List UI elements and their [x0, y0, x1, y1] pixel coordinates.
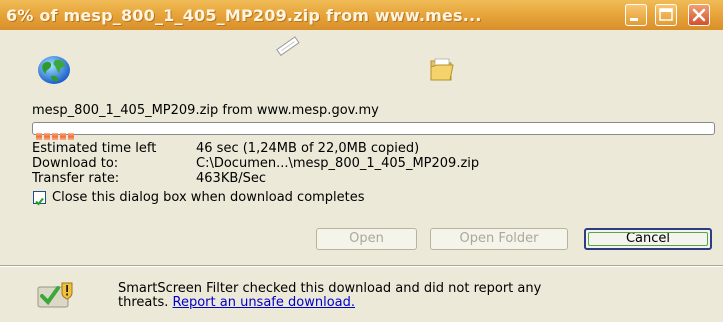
shield-check-icon	[37, 282, 73, 308]
progress-fill	[36, 125, 76, 140]
transfer-rate-label: Transfer rate:	[32, 171, 120, 186]
title-bar[interactable]: 6% of mesp_800_1_405_MP209.zip from www.…	[0, 0, 723, 30]
download-progress-bar	[32, 122, 715, 140]
open-button[interactable]: Open	[316, 228, 417, 250]
smartscreen-message: SmartScreen Filter checked this download…	[118, 281, 542, 296]
close-on-complete-checkbox[interactable]	[33, 191, 46, 206]
folder-icon	[430, 58, 454, 81]
download-to-value: C:\Documen...\mesp_800_1_405_MP209.zip	[196, 156, 480, 171]
close-icon	[692, 8, 706, 22]
maximize-button[interactable]	[655, 4, 677, 26]
checkmark-icon	[35, 197, 44, 206]
estimated-time-label: Estimated time left	[32, 141, 157, 156]
minimize-icon	[630, 18, 638, 21]
close-button[interactable]	[688, 4, 710, 26]
maximize-icon	[659, 8, 673, 21]
minimize-button[interactable]	[625, 4, 647, 26]
close-on-complete-label[interactable]: Close this dialog box when download comp…	[52, 190, 365, 205]
cancel-button[interactable]: Cancel	[584, 228, 712, 250]
smartscreen-threats-text: threats.	[118, 295, 169, 310]
download-dialog: 6% of mesp_800_1_405_MP209.zip from www.…	[0, 0, 723, 322]
transfer-rate-value: 463KB/Sec	[196, 171, 267, 186]
separator	[0, 265, 723, 267]
window-title: 6% of mesp_800_1_405_MP209.zip from www.…	[6, 6, 482, 25]
report-unsafe-download-link[interactable]: Report an unsafe download.	[173, 295, 355, 310]
smartscreen-message-line2: threats. Report an unsafe download.	[118, 295, 355, 310]
focus-ring	[588, 232, 708, 246]
flying-document-icon	[276, 36, 300, 56]
globe-icon	[38, 56, 70, 84]
download-source: mesp_800_1_405_MP209.zip from www.mesp.g…	[32, 103, 379, 118]
estimated-time-value: 46 sec (1,24MB of 22,0MB copied)	[196, 141, 420, 156]
open-folder-button[interactable]: Open Folder	[430, 228, 568, 250]
download-to-label: Download to:	[32, 156, 119, 171]
